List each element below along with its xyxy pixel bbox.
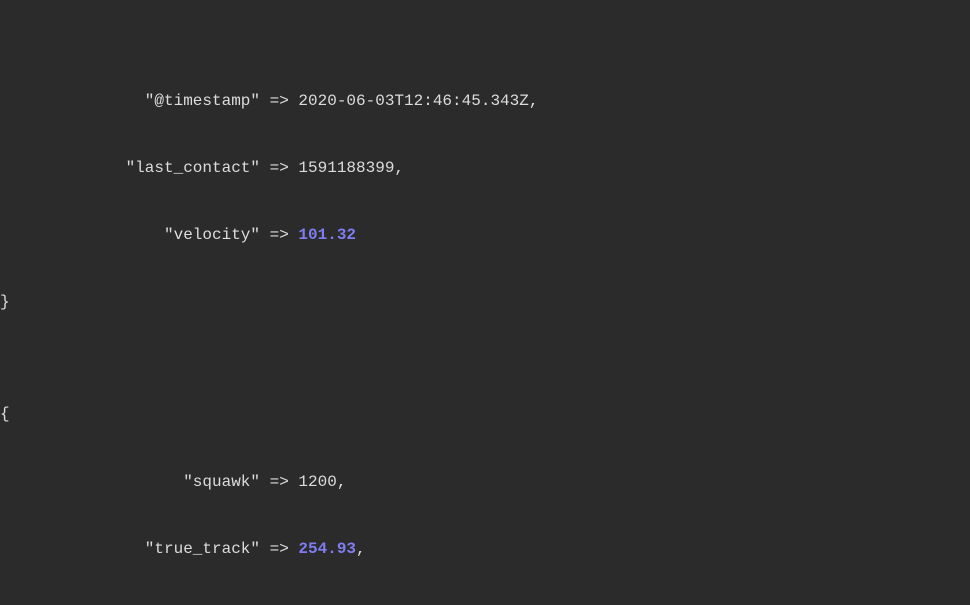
- arrow: =>: [260, 92, 298, 110]
- output-line: "squawk" => 1200,: [0, 471, 970, 493]
- arrow: =>: [260, 159, 298, 177]
- field-key: "squawk": [183, 473, 260, 491]
- open-brace: {: [0, 403, 970, 425]
- field-value: 1591188399: [298, 159, 394, 177]
- terminal-output: "@timestamp" => 2020-06-03T12:46:45.343Z…: [0, 0, 970, 605]
- arrow: =>: [260, 226, 298, 244]
- field-key: "velocity": [164, 226, 260, 244]
- output-line: "velocity" => 101.32: [0, 224, 970, 246]
- arrow: =>: [260, 540, 298, 558]
- field-value: 101.32: [298, 226, 356, 244]
- output-line: "last_contact" => 1591188399,: [0, 157, 970, 179]
- arrow: =>: [260, 473, 298, 491]
- field-key: "true_track": [145, 540, 260, 558]
- close-brace: }: [0, 291, 970, 313]
- output-line: "@timestamp" => 2020-06-03T12:46:45.343Z…: [0, 90, 970, 112]
- field-value: 254.93: [298, 540, 356, 558]
- field-key: "last_contact": [126, 159, 260, 177]
- field-key: "@timestamp": [145, 92, 260, 110]
- output-line: "true_track" => 254.93,: [0, 538, 970, 560]
- field-value: 1200: [298, 473, 336, 491]
- field-value: 2020-06-03T12:46:45.343Z: [298, 92, 528, 110]
